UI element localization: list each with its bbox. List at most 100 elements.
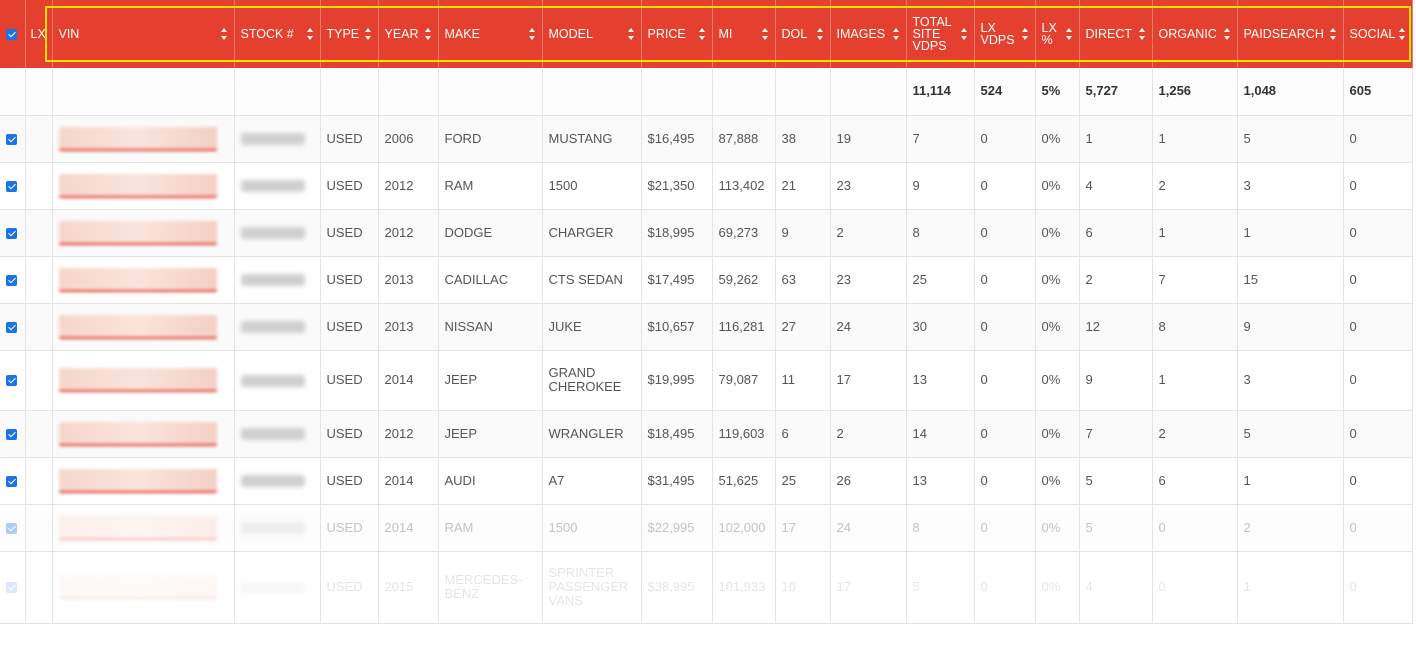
table-row[interactable]: USED 2013 CADILLAC CTS SEDAN $17,495 59,262 63… bbox=[0, 256, 1413, 304]
column-header-year[interactable]: YEAR bbox=[378, 0, 439, 68]
cell-lxvdps: 0 bbox=[974, 115, 1036, 163]
vin-link-redacted[interactable] bbox=[58, 421, 217, 446]
row-checkbox[interactable] bbox=[6, 475, 17, 487]
column-header-social[interactable]: SOCIAL bbox=[1343, 0, 1413, 68]
cell-organic: 0 bbox=[1152, 551, 1238, 624]
vin-link-redacted[interactable] bbox=[58, 126, 217, 151]
column-header-lxvdps[interactable]: LX VDPS bbox=[974, 0, 1036, 68]
cell-price: $18,995 bbox=[641, 209, 713, 257]
cell-paid: 15 bbox=[1237, 256, 1344, 304]
table-row[interactable]: USED 2012 DODGE CHARGER $18,995 69,273 9 2 8 0 0% 6… bbox=[0, 209, 1413, 257]
column-header-organic[interactable]: ORGANIC bbox=[1152, 0, 1238, 68]
column-header-mi[interactable]: MI bbox=[712, 0, 776, 68]
sort-icon[interactable] bbox=[306, 28, 314, 40]
cell-social: 0 bbox=[1343, 209, 1413, 257]
cell-social: 0 bbox=[1343, 162, 1413, 210]
vin-link-redacted[interactable] bbox=[58, 368, 217, 392]
cell-price: $10,657 bbox=[641, 303, 713, 351]
vin-link-redacted[interactable] bbox=[58, 575, 217, 599]
column-header-price[interactable]: PRICE bbox=[641, 0, 713, 68]
sort-icon[interactable] bbox=[627, 28, 635, 40]
column-header-lxpct[interactable]: LX % bbox=[1035, 0, 1080, 68]
cell-cb bbox=[0, 209, 26, 257]
cell-year: 2014 bbox=[378, 504, 439, 552]
column-header-lx: LX bbox=[25, 0, 53, 68]
row-checkbox[interactable] bbox=[6, 133, 17, 145]
table-row[interactable]: USED 2012 JEEP WRANGLER $18,495 119,603 6 2 14 0 0… bbox=[0, 410, 1413, 458]
totals-cell-vin bbox=[52, 68, 235, 116]
row-checkbox[interactable] bbox=[6, 522, 17, 534]
cell-images: 24 bbox=[830, 303, 907, 351]
table-row[interactable]: USED 2014 JEEP GRAND CHEROKEE $19,995 79,087 1… bbox=[0, 350, 1413, 411]
row-checkbox[interactable] bbox=[6, 274, 17, 286]
row-checkbox[interactable] bbox=[6, 428, 17, 440]
column-label: LX VDPS bbox=[980, 21, 1015, 47]
sort-icon[interactable] bbox=[1329, 28, 1337, 40]
row-checkbox[interactable] bbox=[6, 582, 17, 594]
sort-icon[interactable] bbox=[1021, 28, 1029, 40]
cell-lxvdps: 0 bbox=[974, 350, 1036, 411]
column-header-total[interactable]: TOTAL SITE VDPS bbox=[906, 0, 975, 68]
vin-link-redacted[interactable] bbox=[58, 314, 217, 339]
column-header-stock[interactable]: STOCK # bbox=[234, 0, 321, 68]
row-checkbox[interactable] bbox=[6, 321, 17, 333]
sort-icon[interactable] bbox=[528, 28, 536, 40]
cell-images: 2 bbox=[830, 410, 907, 458]
column-header-images[interactable]: IMAGES bbox=[830, 0, 907, 68]
totals-cell-type bbox=[320, 68, 379, 116]
cell-total: 14 bbox=[906, 410, 975, 458]
table-row[interactable]: USED 2006 FORD MUSTANG $16,495 87,888 38 19 7 0 0%… bbox=[0, 115, 1413, 163]
sort-icon[interactable] bbox=[698, 28, 706, 40]
sort-icon[interactable] bbox=[761, 28, 769, 40]
cell-lxvdps: 0 bbox=[974, 457, 1036, 505]
sort-icon[interactable] bbox=[424, 28, 432, 40]
sort-icon[interactable] bbox=[364, 28, 372, 40]
cell-social: 0 bbox=[1343, 115, 1413, 163]
vin-link-redacted[interactable] bbox=[58, 468, 217, 493]
sort-icon[interactable] bbox=[220, 28, 228, 40]
column-header-model[interactable]: MODEL bbox=[542, 0, 642, 68]
column-label: MAKE bbox=[444, 27, 480, 41]
cell-year: 2015 bbox=[378, 551, 439, 624]
column-header-vin[interactable]: VIN bbox=[52, 0, 235, 68]
column-label: MI bbox=[718, 27, 733, 41]
cell-make: RAM bbox=[438, 162, 543, 210]
sort-icon[interactable] bbox=[1399, 28, 1406, 40]
column-label: DIRECT bbox=[1085, 27, 1133, 41]
cell-images: 23 bbox=[830, 256, 907, 304]
select-all-checkbox[interactable] bbox=[6, 29, 17, 41]
table-row[interactable]: USED 2015 MERCEDES-BENZ SPRINTER PASSENGER … bbox=[0, 551, 1413, 624]
vin-link-redacted[interactable] bbox=[58, 267, 217, 292]
cell-total: 8 bbox=[906, 504, 975, 552]
sort-icon[interactable] bbox=[960, 28, 968, 40]
row-checkbox[interactable] bbox=[6, 180, 17, 192]
table-row[interactable]: USED 2012 RAM 1500 $21,350 113,402 21 23 9 0 0% 4 2 3… bbox=[0, 162, 1413, 210]
stock-number-redacted bbox=[240, 321, 305, 334]
sort-icon[interactable] bbox=[1223, 28, 1231, 40]
cell-stock bbox=[234, 551, 321, 624]
cell-social: 0 bbox=[1343, 303, 1413, 351]
table-row[interactable]: USED 2014 RAM 1500 $22,995 102,000 17 24 8 0 0% 5 0 2… bbox=[0, 504, 1413, 552]
vin-link-redacted[interactable] bbox=[58, 173, 217, 198]
vin-link-redacted[interactable] bbox=[58, 515, 217, 540]
row-checkbox[interactable] bbox=[6, 375, 17, 387]
totals-cell-organic: 1,256 bbox=[1152, 68, 1238, 116]
vin-link-redacted[interactable] bbox=[58, 220, 217, 245]
column-header-direct[interactable]: DIRECT bbox=[1079, 0, 1153, 68]
totals-cell-cb bbox=[0, 68, 26, 116]
sort-icon[interactable] bbox=[892, 28, 900, 40]
column-header-type[interactable]: TYPE bbox=[320, 0, 379, 68]
column-header-paid[interactable]: PAIDSEARCH bbox=[1237, 0, 1344, 68]
cell-lx bbox=[25, 303, 53, 351]
cell-type: USED bbox=[320, 162, 379, 210]
row-checkbox[interactable] bbox=[6, 227, 17, 239]
table-row[interactable]: USED 2013 NISSAN JUKE $10,657 116,281 27 24 30 0 0… bbox=[0, 303, 1413, 351]
table-row[interactable]: USED 2014 AUDI A7 $31,495 51,625 25 26 13 0 0% 5 6 1 0 bbox=[0, 457, 1413, 505]
cell-type: USED bbox=[320, 209, 379, 257]
sort-icon[interactable] bbox=[816, 28, 824, 40]
sort-icon[interactable] bbox=[1138, 28, 1146, 40]
column-header-dol[interactable]: DOL bbox=[775, 0, 831, 68]
sort-icon[interactable] bbox=[1065, 28, 1073, 40]
cell-year: 2013 bbox=[378, 303, 439, 351]
column-header-make[interactable]: MAKE bbox=[438, 0, 543, 68]
